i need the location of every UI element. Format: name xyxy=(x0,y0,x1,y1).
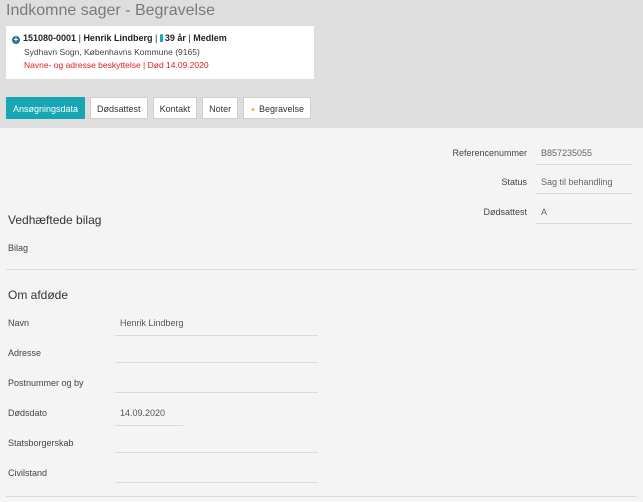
person-age: 39 år xyxy=(164,33,186,43)
tab-bar: Ansøgningsdata Dødsattest Kontakt Noter … xyxy=(6,97,312,119)
status-value: Sag til behandling xyxy=(536,177,632,194)
person-card: +151080-0001 | Henrik Lindberg | 39 år |… xyxy=(6,26,314,79)
citizenship-field[interactable] xyxy=(115,438,318,453)
name-label: Navn xyxy=(8,318,30,328)
person-status: Medlem xyxy=(193,33,227,43)
postal-label: Postnummer og by xyxy=(8,378,84,388)
page-title: Indkomne sager - Begravelse xyxy=(6,2,215,19)
person-icon xyxy=(159,34,163,42)
attachments-title: Vedhæftede bilag xyxy=(8,213,102,227)
reference-number-value: B857235055 xyxy=(536,148,632,165)
bottom-divider xyxy=(6,496,637,497)
person-warning: Navne- og adresse beskyttelse | Død 14.0… xyxy=(24,60,209,70)
tab-kontakt[interactable]: Kontakt xyxy=(152,97,198,119)
person-summary: +151080-0001 | Henrik Lindberg | 39 år |… xyxy=(12,33,227,44)
person-name: Henrik Lindberg xyxy=(83,33,153,43)
marital-status-field[interactable] xyxy=(115,468,318,483)
page-header: Indkomne sager - Begravelse +151080-0001… xyxy=(0,0,643,128)
separator: | xyxy=(188,33,191,43)
person-id: 151080-0001 xyxy=(23,33,77,43)
address-label: Adresse xyxy=(8,348,42,358)
person-parish: Sydhavn Sogn, Københavns Kommune (9165) xyxy=(24,47,200,57)
separator: | xyxy=(78,33,81,43)
reference-number-label: Referencenummer xyxy=(452,148,527,158)
address-field[interactable] xyxy=(115,348,318,363)
section-divider xyxy=(6,269,637,270)
postal-field[interactable] xyxy=(115,378,318,393)
name-field[interactable]: Henrik Lindberg xyxy=(115,318,318,336)
tab-noter[interactable]: Noter xyxy=(202,97,239,119)
death-certificate-label: Dødsattest xyxy=(483,207,527,217)
death-date-label: Dødsdato xyxy=(8,408,48,418)
tab-doedsattest[interactable]: Dødsattest xyxy=(90,97,148,119)
tab-begravelse[interactable]: ✦ Begravelse xyxy=(243,97,312,119)
tab-begravelse-label: Begravelse xyxy=(258,104,305,114)
bilag-label: Bilag xyxy=(8,243,29,253)
separator: | xyxy=(154,33,158,43)
deceased-title: Om afdøde xyxy=(8,288,69,302)
expand-plus-icon[interactable]: + xyxy=(12,36,20,44)
tab-ansoegningsdata[interactable]: Ansøgningsdata xyxy=(6,97,86,119)
death-date-field[interactable]: 14.09.2020 xyxy=(115,408,183,426)
death-certificate-value: A xyxy=(536,207,632,224)
citizenship-label: Statsborgerskab xyxy=(8,438,74,448)
status-label: Status xyxy=(501,177,527,187)
star-icon: ✦ xyxy=(250,107,256,114)
marital-status-label: Civilstand xyxy=(8,468,48,478)
